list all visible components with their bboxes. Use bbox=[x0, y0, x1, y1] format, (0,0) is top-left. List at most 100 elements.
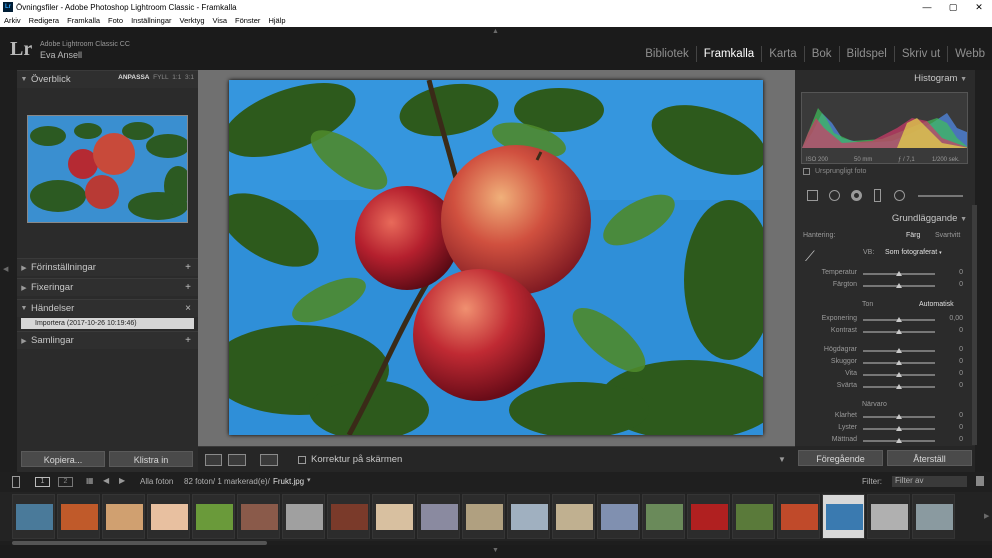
module-karta[interactable]: Karta bbox=[761, 46, 804, 62]
filmstrip-thumbnail[interactable] bbox=[372, 494, 415, 539]
add-snapshot-icon[interactable]: + bbox=[185, 282, 191, 293]
slider-knob-icon[interactable] bbox=[896, 360, 902, 365]
filmstrip-thumbnail[interactable] bbox=[237, 494, 280, 539]
slider-knob-icon[interactable] bbox=[896, 329, 902, 334]
original-photo-toggle[interactable]: Ursprungligt foto bbox=[803, 168, 866, 175]
filmstrip-thumbnail[interactable] bbox=[687, 494, 730, 539]
softproof-toggle[interactable]: Korrektur på skärmen bbox=[298, 454, 402, 465]
back-arrow-icon[interactable]: ◀ bbox=[103, 476, 109, 485]
slider-knob-icon[interactable] bbox=[896, 384, 902, 389]
add-preset-icon[interactable]: + bbox=[185, 262, 191, 273]
slider-value[interactable]: 0,00 bbox=[943, 315, 963, 322]
filmstrip-thumbnail[interactable] bbox=[192, 494, 235, 539]
forward-arrow-icon[interactable]: ▶ bbox=[119, 476, 125, 485]
close-button[interactable]: ✕ bbox=[966, 0, 992, 14]
menu-redigera[interactable]: Redigera bbox=[29, 16, 59, 25]
slider-value[interactable]: 0 bbox=[943, 281, 963, 288]
histogram[interactable]: ISO 200 50 mm ƒ / 7,1 1/200 sek. bbox=[801, 92, 968, 164]
slider-value[interactable]: 0 bbox=[943, 358, 963, 365]
slider-value[interactable]: 0 bbox=[943, 436, 963, 443]
filmstrip-thumbnail[interactable] bbox=[822, 494, 865, 539]
module-skriv-ut[interactable]: Skriv ut bbox=[893, 46, 947, 62]
filter-lock-icon[interactable] bbox=[976, 476, 984, 486]
slider-value[interactable]: 0 bbox=[943, 412, 963, 419]
slider-knob-icon[interactable] bbox=[896, 348, 902, 353]
filmstrip-thumbnail[interactable] bbox=[732, 494, 775, 539]
slider-knob-icon[interactable] bbox=[896, 438, 902, 443]
filter-select[interactable]: Filter av bbox=[892, 476, 967, 487]
softproof-checkbox[interactable] bbox=[298, 455, 306, 464]
second-window-icon[interactable] bbox=[12, 476, 20, 488]
spot-removal-icon[interactable] bbox=[829, 190, 840, 201]
slider-knob-icon[interactable] bbox=[896, 372, 902, 377]
filmstrip-thumbnail[interactable] bbox=[507, 494, 550, 539]
filmstrip-thumbnail[interactable] bbox=[282, 494, 325, 539]
module-bibliotek[interactable]: Bibliotek bbox=[638, 46, 695, 62]
slider-value[interactable]: 0 bbox=[943, 269, 963, 276]
loupe-view-icon[interactable] bbox=[205, 454, 222, 466]
filmstrip-thumbnail[interactable] bbox=[552, 494, 595, 539]
menu-fonster[interactable]: Fönster bbox=[235, 16, 260, 25]
filmstrip-thumbnail[interactable] bbox=[867, 494, 910, 539]
zoom-1-1[interactable]: 1:1 bbox=[172, 74, 181, 81]
toolbar-menu-icon[interactable]: ▼ bbox=[778, 455, 786, 464]
menu-installningar[interactable]: Inställningar bbox=[131, 16, 171, 25]
reset-button[interactable]: Återställ bbox=[887, 450, 972, 466]
slider-knob-icon[interactable] bbox=[896, 317, 902, 322]
copy-button[interactable]: Kopiera... bbox=[21, 451, 105, 467]
treatment-color[interactable]: Färg bbox=[906, 232, 920, 239]
history-item[interactable]: Importera (2017-10-26 10:19:46) bbox=[21, 318, 194, 329]
adjustment-brush-icon[interactable] bbox=[918, 195, 963, 197]
slider-value[interactable]: 0 bbox=[943, 327, 963, 334]
slider-knob-icon[interactable] bbox=[896, 414, 902, 419]
filmstrip-thumbnail[interactable] bbox=[417, 494, 460, 539]
display-1-button[interactable]: 1 bbox=[35, 477, 50, 487]
presets-header[interactable]: ▶ Förinställningar + bbox=[17, 258, 198, 276]
file-name[interactable]: Frukt.jpg bbox=[273, 477, 304, 486]
menu-framkalla[interactable]: Framkalla bbox=[67, 16, 100, 25]
right-panel-scrollbar[interactable] bbox=[972, 205, 977, 445]
auto-tone-button[interactable]: Automatisk bbox=[919, 301, 954, 308]
filmstrip-thumbnail[interactable] bbox=[12, 494, 55, 539]
bottom-panel-toggle-icon[interactable]: ▼ bbox=[492, 547, 499, 554]
minimize-button[interactable]: — bbox=[914, 0, 940, 14]
menu-foto[interactable]: Foto bbox=[108, 16, 123, 25]
module-webb[interactable]: Webb bbox=[947, 46, 992, 62]
filmstrip-thumbnail[interactable] bbox=[147, 494, 190, 539]
dropdown-arrow-icon[interactable]: ▾ bbox=[307, 476, 311, 484]
filmstrip-thumbnail[interactable] bbox=[642, 494, 685, 539]
navigator-header[interactable]: ▼ Överblick ANPASSA FYLL 1:1 3:1 bbox=[17, 70, 198, 88]
wb-eyedropper-icon[interactable]: ⟋ bbox=[805, 248, 815, 265]
wb-select[interactable]: Som fotograferat ▾ bbox=[885, 249, 942, 256]
menu-visa[interactable]: Visa bbox=[213, 16, 227, 25]
slider-value[interactable]: 0 bbox=[943, 370, 963, 377]
snapshots-header[interactable]: ▶ Fixeringar + bbox=[17, 278, 198, 296]
module-framkalla[interactable]: Framkalla bbox=[695, 46, 761, 62]
menu-hjalp[interactable]: Hjälp bbox=[268, 16, 285, 25]
grid-view-icon[interactable]: ▦ bbox=[86, 476, 94, 485]
history-header[interactable]: ▼ Händelser × bbox=[17, 299, 198, 317]
zoom-3-1[interactable]: 3:1 bbox=[185, 74, 194, 81]
slider-knob-icon[interactable] bbox=[896, 426, 902, 431]
add-collection-icon[interactable]: + bbox=[185, 335, 191, 346]
module-bildspel[interactable]: Bildspel bbox=[838, 46, 894, 62]
red-eye-icon[interactable] bbox=[851, 190, 862, 201]
previous-button[interactable]: Föregående bbox=[798, 450, 883, 466]
radial-filter-icon[interactable] bbox=[894, 190, 905, 201]
filmstrip-thumbnail[interactable] bbox=[462, 494, 505, 539]
slider-knob-icon[interactable] bbox=[896, 271, 902, 276]
slider-value[interactable]: 0 bbox=[943, 382, 963, 389]
display-2-button[interactable]: 2 bbox=[58, 477, 73, 487]
filmstrip-thumbnail[interactable] bbox=[777, 494, 820, 539]
filmstrip-thumbnail[interactable] bbox=[597, 494, 640, 539]
source-label[interactable]: Alla foton bbox=[140, 477, 173, 486]
filmstrip-thumbnail[interactable] bbox=[57, 494, 100, 539]
collections-header[interactable]: ▶ Samlingar + bbox=[17, 331, 198, 349]
navigator-preview[interactable] bbox=[27, 115, 188, 223]
slider-value[interactable]: 0 bbox=[943, 346, 963, 353]
treatment-bw[interactable]: Svartvitt bbox=[935, 232, 960, 239]
yy-compare-icon[interactable] bbox=[260, 454, 278, 466]
clear-history-icon[interactable]: × bbox=[185, 303, 191, 314]
menu-verktyg[interactable]: Verktyg bbox=[180, 16, 205, 25]
filmstrip-thumbnail[interactable] bbox=[102, 494, 145, 539]
